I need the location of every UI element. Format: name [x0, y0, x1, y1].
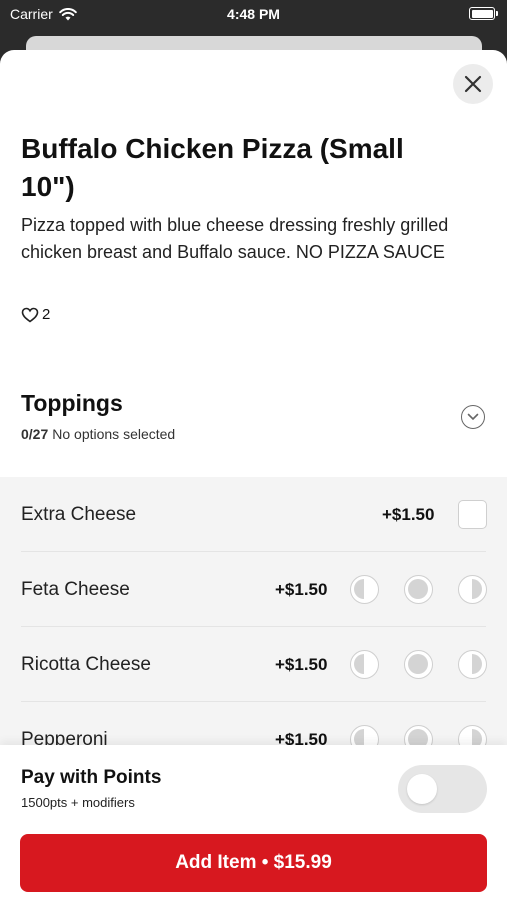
left-half-portion-button[interactable] — [350, 575, 379, 604]
checkout-panel: Pay with Points 1500pts + modifiers Add … — [0, 745, 507, 900]
toppings-title: Toppings — [21, 390, 123, 416]
pay-with-points-subtitle: 1500pts + modifiers — [21, 795, 135, 810]
option-feta-cheese[interactable]: Feta Cheese +$1.50 — [0, 552, 507, 627]
option-price: +$1.50 — [275, 655, 328, 674]
whole-portion-button[interactable] — [404, 575, 433, 604]
toppings-count: 0/27 — [21, 426, 49, 442]
item-sheet: Buffalo Chicken Pizza (Small 10") Pizza … — [0, 50, 507, 900]
left-half-portion-button[interactable] — [350, 650, 379, 679]
status-bar: Carrier 4:48 PM — [0, 0, 507, 30]
toggle-knob — [407, 774, 437, 804]
close-button[interactable] — [453, 64, 493, 104]
add-item-button[interactable]: Add Item • $15.99 — [20, 834, 487, 892]
option-name: Ricotta Cheese — [21, 654, 151, 675]
option-name: Extra Cheese — [21, 504, 137, 525]
right-half-portion-button[interactable] — [458, 650, 487, 679]
chevron-down-icon — [467, 413, 479, 421]
pay-with-points-title: Pay with Points — [21, 767, 162, 788]
item-title: Buffalo Chicken Pizza (Small 10") — [21, 133, 404, 202]
pay-with-points-toggle[interactable] — [398, 765, 487, 813]
close-icon — [464, 75, 482, 93]
option-ricotta-cheese[interactable]: Ricotta Cheese +$1.50 — [0, 627, 507, 702]
toppings-status: No options selected — [52, 426, 176, 442]
heart-icon — [21, 307, 39, 322]
option-checkbox[interactable] — [458, 500, 487, 529]
whole-portion-button[interactable] — [404, 650, 433, 679]
option-price: +$1.50 — [275, 580, 328, 599]
like-count: 2 — [42, 306, 51, 323]
option-extra-cheese[interactable]: Extra Cheese +$1.50 — [0, 477, 507, 552]
battery-icon — [469, 7, 498, 20]
like-button[interactable]: 2 — [21, 306, 50, 323]
item-description: Pizza topped with blue cheese dressing f… — [21, 215, 449, 262]
toppings-expand-button[interactable] — [461, 405, 485, 429]
right-half-portion-button[interactable] — [458, 575, 487, 604]
option-name: Feta Cheese — [21, 579, 130, 600]
status-time: 4:48 PM — [227, 6, 280, 22]
option-price: +$1.50 — [382, 505, 435, 524]
toppings-subtitle: 0/27 No options selected — [21, 426, 175, 442]
